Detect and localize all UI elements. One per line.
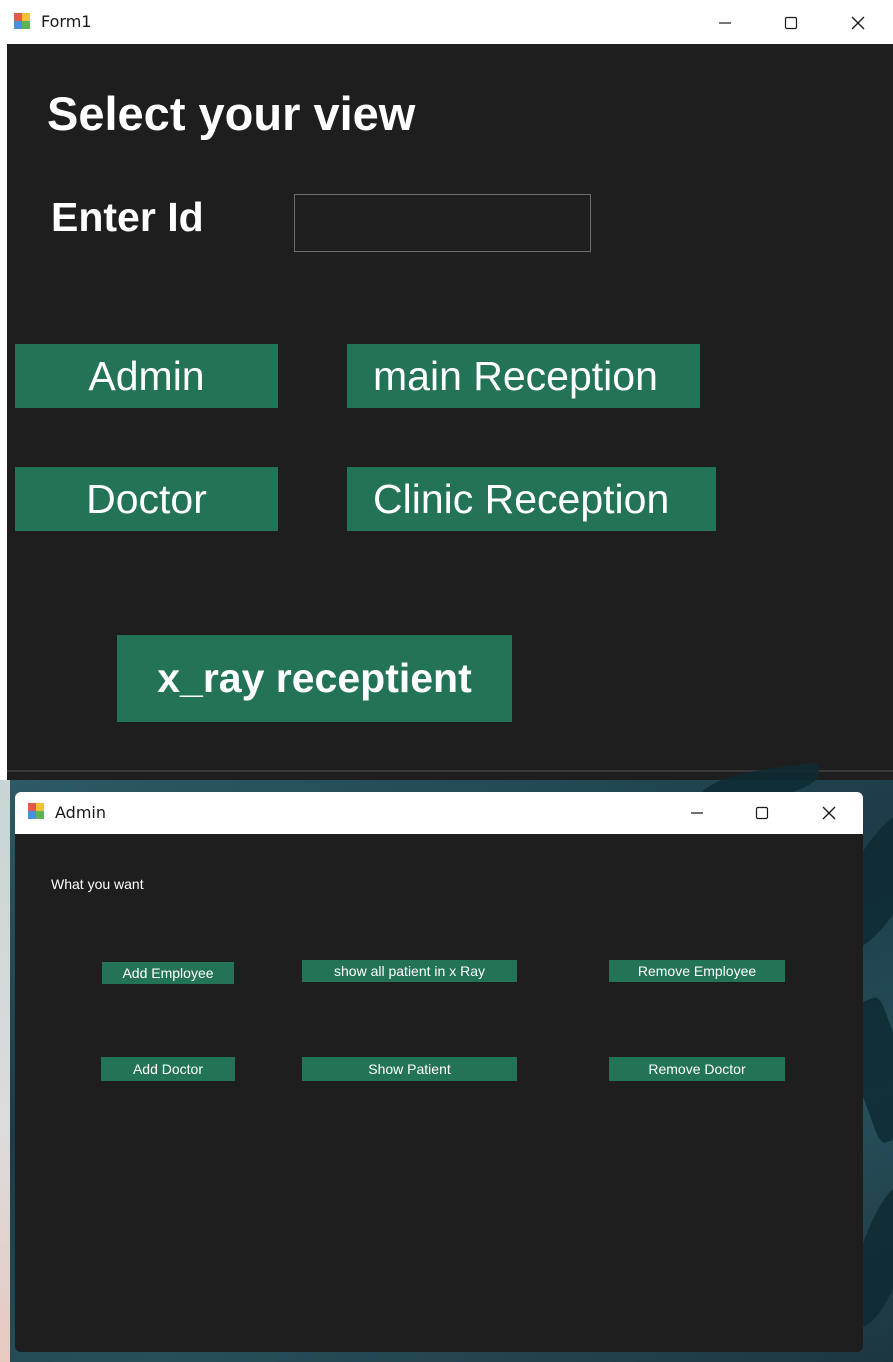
enter-id-label: Enter Id [51,194,204,240]
show-patient-button[interactable]: Show Patient [302,1057,517,1081]
admin-title: Admin [55,803,106,822]
winforms-app-icon [13,12,31,30]
xray-receptient-button[interactable]: x_ray receptient [117,635,512,722]
maximize-icon[interactable] [769,4,813,42]
add-employee-button[interactable]: Add Employee [102,962,234,984]
main-reception-button[interactable]: main Reception [347,344,700,408]
admin-button[interactable]: Admin [15,344,278,408]
what-you-want-label: What you want [51,876,144,892]
clinic-reception-button[interactable]: Clinic Reception [347,467,716,531]
form1-title: Form1 [41,12,92,31]
admin-titlebar[interactable]: Admin [15,792,863,834]
admin-client-area: What you want Add Employee show all pati… [15,834,863,1352]
show-all-patient-xray-button[interactable]: show all patient in x Ray [302,960,517,982]
doctor-button[interactable]: Doctor [15,467,278,531]
maximize-icon[interactable] [740,794,784,832]
remove-employee-button[interactable]: Remove Employee [609,960,785,982]
close-icon[interactable] [807,794,851,832]
minimize-icon[interactable] [703,4,747,42]
desktop-wallpaper-edge [0,780,10,1362]
admin-window: Admin What you want Add Employee show al… [15,792,863,1352]
form1-client-area: Select your view Enter Id Admin main Rec… [7,44,893,780]
page-title: Select your view [47,87,416,140]
add-doctor-button[interactable]: Add Doctor [101,1057,235,1081]
winforms-app-icon [27,802,45,820]
minimize-icon[interactable] [675,794,719,832]
id-input[interactable] [294,194,591,252]
remove-doctor-button[interactable]: Remove Doctor [609,1057,785,1081]
close-icon[interactable] [836,4,880,42]
form1-window: Form1 Select your view Enter Id Admin ma… [7,0,893,780]
form1-titlebar[interactable]: Form1 [7,0,893,44]
